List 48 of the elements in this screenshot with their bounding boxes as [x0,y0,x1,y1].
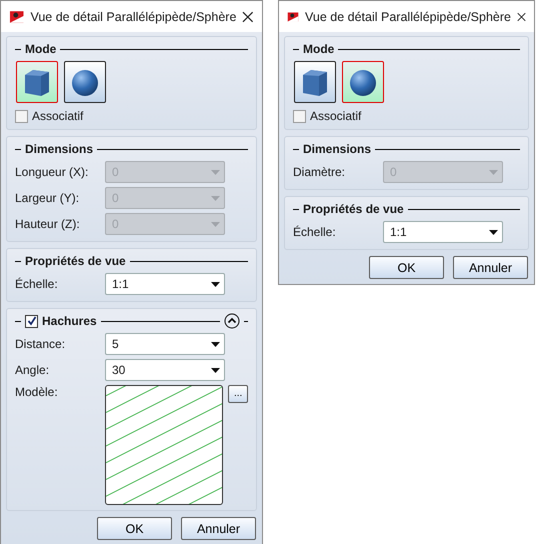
section-heading: Dimensions [25,142,94,156]
field-label: Échelle: [293,225,337,239]
section-heading: Dimensions [303,142,372,156]
checkbox-label: Associatif [32,109,84,123]
caret-icon [211,170,220,174]
window-title: Vue de détail Parallélépipède/Sphère [305,10,511,24]
caret-icon [211,368,220,372]
mode-button[interactable] [342,61,384,103]
checkbox-label: Associatif [310,109,362,123]
caret-icon [211,282,220,286]
field-label: Diamètre: [293,165,346,179]
dropdown-field[interactable]: 1:1 [105,273,225,295]
section-heading: Propriétés de vue [303,202,404,216]
dropdown-field[interactable]: 30 [105,359,225,381]
collapse-icon[interactable] [224,313,240,329]
section-heading: Propriétés de vue [25,254,126,268]
mode-button[interactable] [64,61,106,103]
caret-icon [211,222,220,226]
checkbox[interactable] [15,110,28,122]
close-icon[interactable] [242,10,254,22]
checkbox[interactable] [293,110,306,122]
window-title: Vue de détail Parallélépipède/Sphère [30,10,236,24]
caret-icon [489,170,498,174]
mode-button[interactable] [16,61,58,103]
field-label: Modèle: [15,385,59,399]
caret-icon [489,230,498,234]
field-label: Distance: [15,337,66,351]
caret-icon [211,342,220,346]
field-label: Hauteur (Z): [15,217,81,231]
section-heading: Hachures [42,314,97,328]
close-icon[interactable] [516,10,526,22]
dropdown-field[interactable]: 5 [105,333,225,355]
field-label: Angle: [15,363,50,377]
section-heading: Mode [25,42,56,56]
mode-button[interactable] [294,61,336,103]
dialog-button[interactable]: Annuler [453,256,528,279]
dialog-button[interactable]: OK [97,517,172,540]
dialog-button[interactable]: Annuler [181,517,256,540]
browse-button[interactable]: ... [228,385,248,403]
dropdown-field[interactable]: 1:1 [383,221,503,243]
checkbox[interactable] [25,314,38,328]
field-label: Longueur (X): [15,165,90,179]
field-label: Échelle: [15,277,59,291]
app-icon [9,8,24,24]
dialog-button[interactable]: OK [369,256,444,279]
field-label: Largeur (Y): [15,191,80,205]
section-heading: Mode [303,42,334,56]
caret-icon [211,196,220,200]
